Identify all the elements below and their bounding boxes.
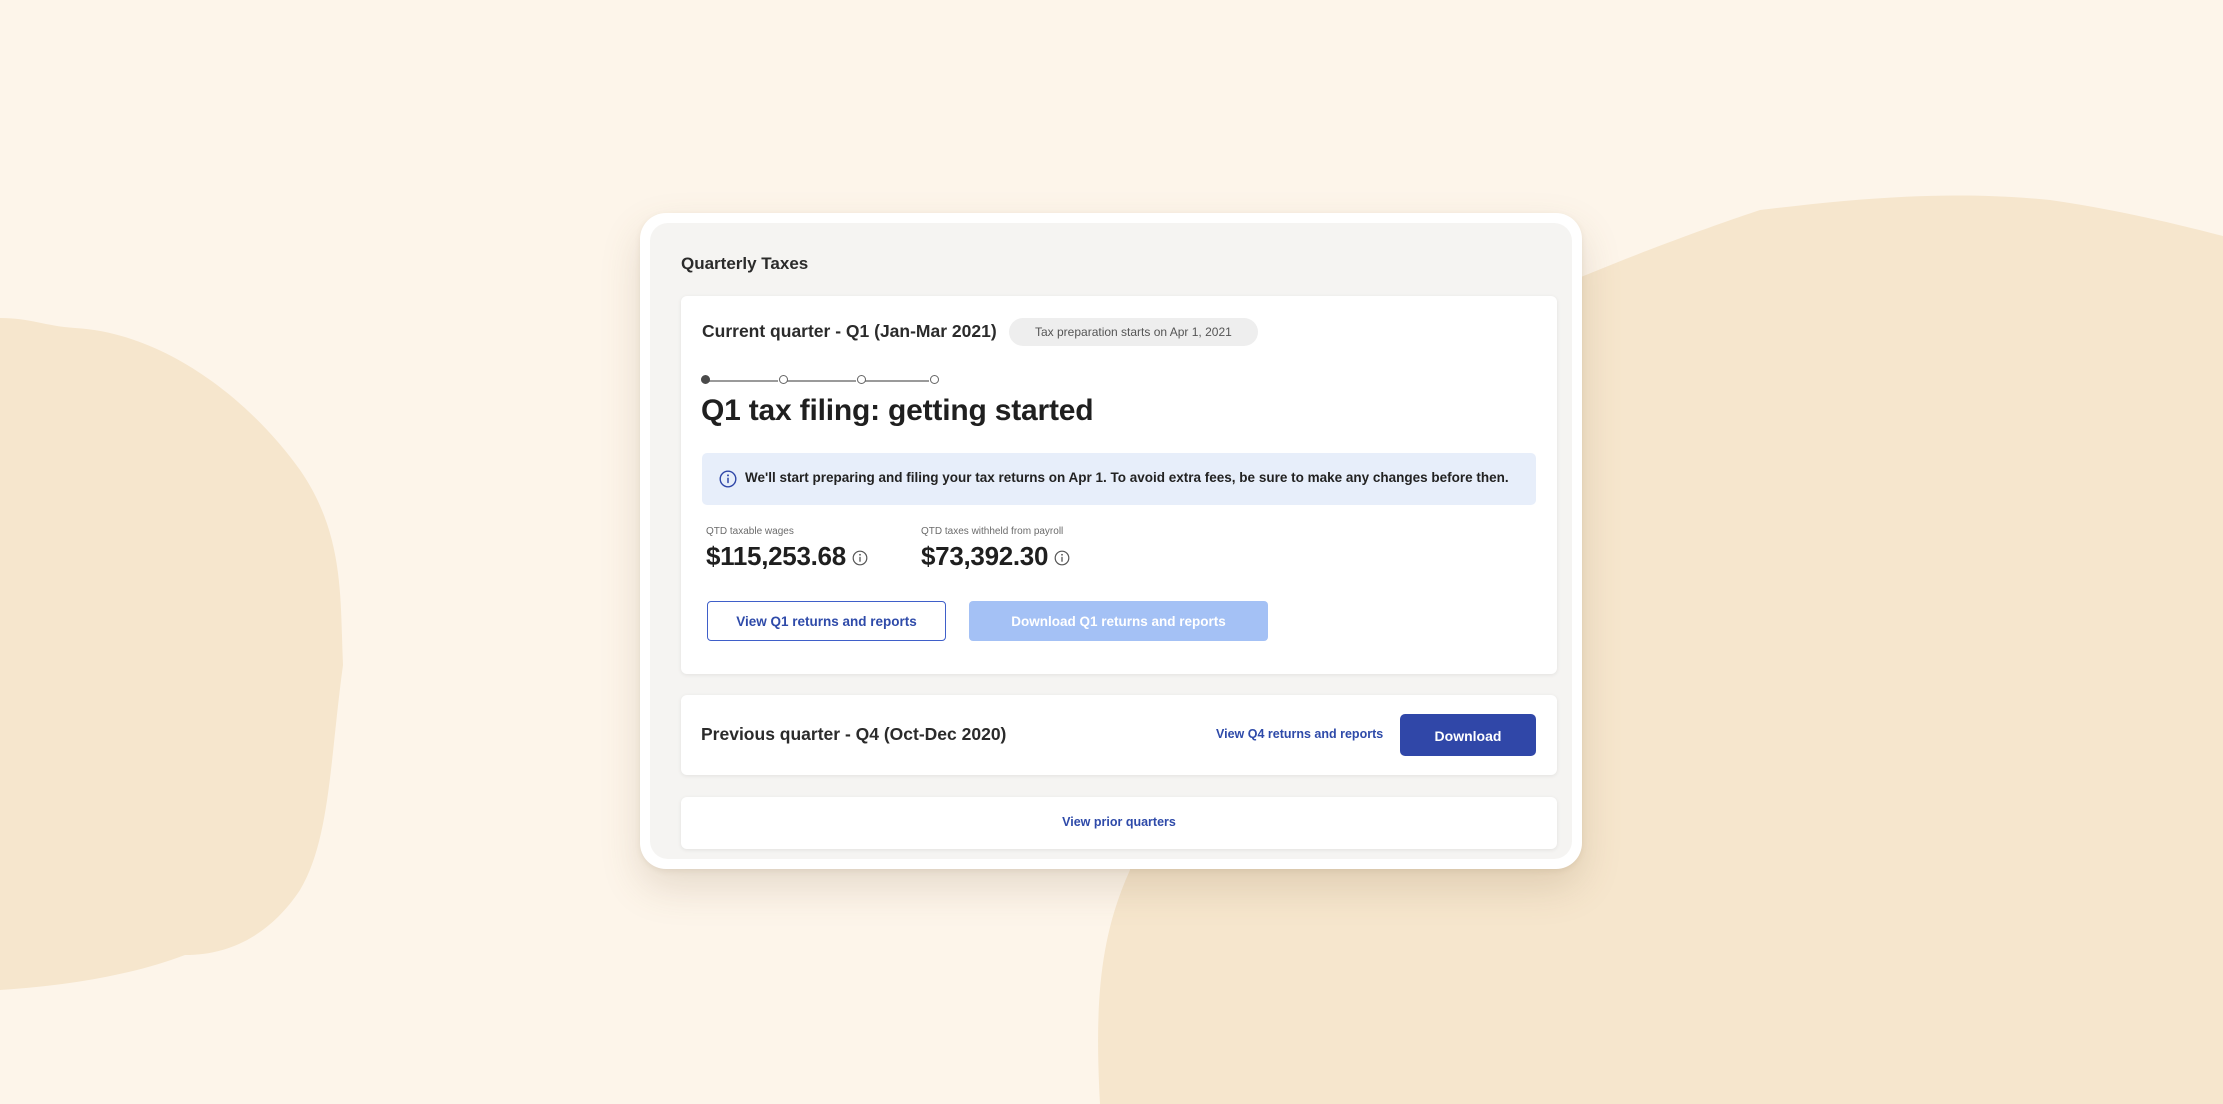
previous-quarter-title: Previous quarter - Q4 (Oct-Dec 2020): [701, 724, 1007, 744]
stepper-connector: [709, 380, 778, 382]
stat-taxes-withheld: QTD taxes withheld from payroll $73,392.…: [921, 526, 1070, 572]
stepper-step-1: [701, 375, 710, 384]
filing-heading: Q1 tax filing: getting started: [701, 394, 1094, 427]
stat-label: QTD taxes withheld from payroll: [921, 526, 1064, 537]
panel-inner: Quarterly Taxes Current quarter - Q1 (Ja…: [650, 223, 1572, 859]
view-prior-quarters-link[interactable]: View prior quarters: [681, 815, 1557, 829]
stepper-connector: [787, 380, 856, 382]
prior-quarters-card: View prior quarters: [681, 797, 1557, 849]
stat-value: $115,253.68: [706, 541, 846, 571]
progress-stepper: [701, 374, 941, 388]
stepper-step-3: [857, 375, 866, 384]
current-quarter-card: Current quarter - Q1 (Jan-Mar 2021) Tax …: [681, 296, 1557, 674]
info-icon[interactable]: [1054, 550, 1070, 566]
previous-quarter-card: Previous quarter - Q4 (Oct-Dec 2020) Vie…: [681, 695, 1557, 775]
current-quarter-title: Current quarter - Q1 (Jan-Mar 2021): [702, 321, 997, 341]
stepper-connector: [865, 380, 929, 382]
stepper-step-2: [779, 375, 788, 384]
info-icon[interactable]: [852, 550, 868, 566]
panel-title: Quarterly Taxes: [681, 254, 809, 273]
download-q1-returns-button[interactable]: Download Q1 returns and reports: [969, 601, 1268, 641]
view-q4-returns-link[interactable]: View Q4 returns and reports: [1216, 727, 1383, 741]
info-banner: We'll start preparing and filing your ta…: [702, 453, 1536, 505]
stepper-step-4: [930, 375, 939, 384]
download-q4-button[interactable]: Download: [1400, 714, 1536, 756]
stat-label: QTD taxable wages: [706, 526, 794, 537]
stat-value: $73,392.30: [921, 541, 1049, 571]
info-icon: [719, 470, 737, 488]
quarterly-taxes-panel: Quarterly Taxes Current quarter - Q1 (Ja…: [640, 213, 1582, 869]
stat-taxable-wages: QTD taxable wages $115,253.68: [706, 526, 868, 572]
info-banner-text: We'll start preparing and filing your ta…: [745, 470, 1509, 485]
status-badge: Tax preparation starts on Apr 1, 2021: [1009, 318, 1258, 346]
view-q1-returns-button[interactable]: View Q1 returns and reports: [707, 601, 946, 641]
